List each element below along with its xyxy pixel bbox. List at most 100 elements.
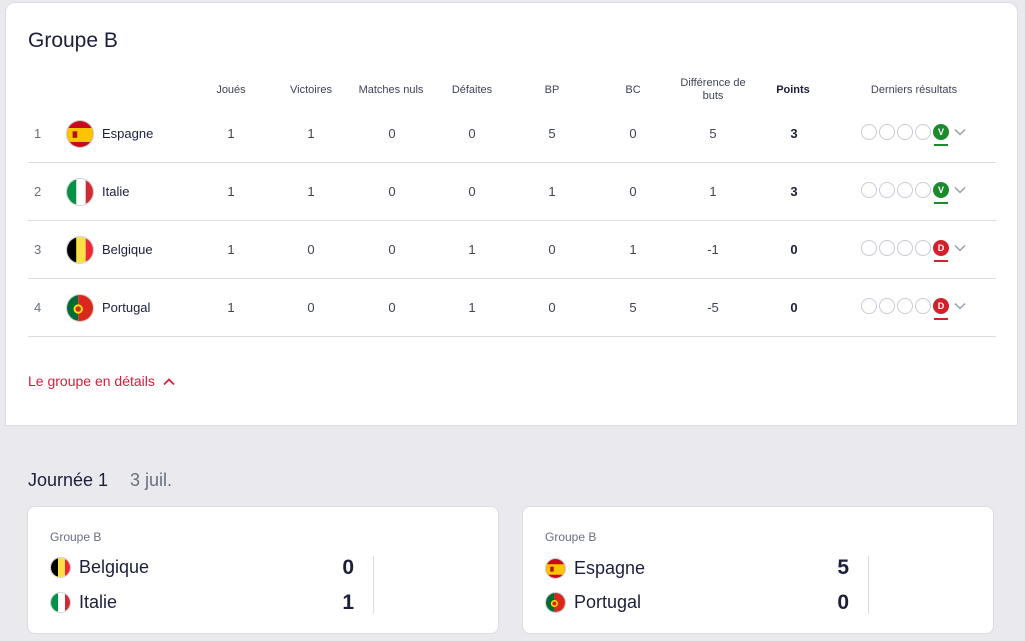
team-name[interactable]: Italie [102,163,129,220]
chevron-down-icon[interactable] [953,299,967,313]
header-wins: Victoires [290,84,332,96]
draws: 0 [388,242,396,257]
group-title: Groupe B [28,29,118,52]
team-name[interactable]: Espagne [102,105,153,162]
team-name[interactable]: Portugal [102,279,150,336]
empty-result-icon [897,298,913,314]
spain-flag-icon [66,120,94,148]
rank: 2 [34,184,42,199]
last-results[interactable]: D [861,298,967,320]
losses: 1 [468,242,476,257]
group-details-link[interactable]: Le groupe en détails [28,373,175,389]
goal-difference: -1 [707,242,719,257]
home-team-name: Espagne [574,557,646,578]
home-score: 0 [342,556,354,579]
empty-result-icon [897,124,913,140]
goals-against: 0 [629,184,637,199]
empty-result-icon [915,124,931,140]
last-results[interactable]: V [861,182,967,204]
divider [868,556,869,614]
portugal-flag-icon [545,591,566,613]
match-card[interactable]: Groupe B Espagne 5 Portugal 0 [522,506,994,634]
header-last-results: Derniers résultats [870,84,958,96]
chevron-down-icon[interactable] [953,241,967,255]
goals-against: 0 [629,126,637,141]
italy-flag-icon [50,591,71,613]
points: 3 [790,184,798,199]
group-standings-card: Groupe B Joués Victoires Matches nuls Dé… [5,2,1018,426]
away-score: 0 [837,591,849,614]
rank: 3 [34,242,42,257]
wins: 1 [307,184,315,199]
chevron-down-icon[interactable] [953,183,967,197]
header-goals-against: BC [625,84,641,96]
empty-result-icon [915,298,931,314]
draws: 0 [388,126,396,141]
played: 1 [227,242,235,257]
empty-result-icon [861,182,877,198]
wins: 0 [307,300,315,315]
played: 1 [227,300,235,315]
header-losses: Défaites [451,84,493,96]
home-team: Belgique [50,555,149,579]
home-team-name: Belgique [79,556,150,577]
empty-result-icon [915,182,931,198]
empty-result-icon [879,298,895,314]
losses: 1 [468,300,476,315]
chevron-down-icon[interactable] [953,125,967,139]
played: 1 [227,126,235,141]
wins: 1 [307,126,315,141]
table-header: Joués Victoires Matches nuls Défaites BP… [6,77,1017,107]
group-details-label: Le groupe en détails [28,373,155,389]
belgium-flag-icon [66,236,94,264]
chevron-up-icon [163,373,175,389]
played: 1 [227,184,235,199]
spain-flag-icon [545,557,566,579]
points: 3 [790,126,798,141]
header-goal-difference: Différence de buts [680,77,746,102]
divider [373,556,374,614]
losses: 0 [468,184,476,199]
match-group-label: Groupe B [545,530,597,544]
table-row[interactable]: 3 Belgique 1 0 0 1 0 1 -1 0 D [28,221,996,279]
header-goals-for: BP [544,84,560,96]
team-name[interactable]: Belgique [102,221,153,278]
empty-result-icon [897,182,913,198]
header-draws: Matches nuls [358,84,424,96]
away-score: 1 [342,591,354,614]
empty-result-icon [879,124,895,140]
goal-difference: -5 [707,300,719,315]
goal-difference: 1 [709,184,717,199]
goals-against: 5 [629,300,637,315]
goals-for: 1 [548,184,556,199]
table-row[interactable]: 1 Espagne 1 1 0 0 5 0 5 3 V [28,105,996,163]
win-badge: V [933,182,949,204]
goals-for: 5 [548,126,556,141]
home-score: 5 [837,556,849,579]
points: 0 [790,242,798,257]
last-results[interactable]: D [861,240,967,262]
empty-result-icon [861,124,877,140]
draws: 0 [388,300,396,315]
italy-flag-icon [66,178,94,206]
goals-for: 0 [548,300,556,315]
empty-result-icon [879,182,895,198]
empty-result-icon [879,240,895,256]
empty-result-icon [861,240,877,256]
belgium-flag-icon [50,556,71,578]
table-row[interactable]: 2 Italie 1 1 0 0 1 0 1 3 V [28,163,996,221]
away-team: Italie [50,590,117,614]
wins: 0 [307,242,315,257]
last-results[interactable]: V [861,124,967,146]
matchday-title: Journée 1 [28,470,109,490]
empty-result-icon [861,298,877,314]
empty-result-icon [897,240,913,256]
draws: 0 [388,184,396,199]
table-row[interactable]: 4 Portugal 1 0 0 1 0 5 -5 0 D [28,279,996,337]
rank: 4 [34,300,42,315]
match-card[interactable]: Groupe B Belgique 0 Italie 1 [27,506,499,634]
away-team: Portugal [545,590,641,614]
header-played: Joués [216,84,246,96]
portugal-flag-icon [66,294,94,322]
rank: 1 [34,126,42,141]
